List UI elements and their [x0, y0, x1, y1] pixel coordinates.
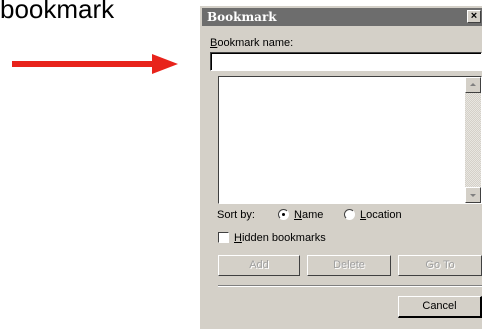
- list-scrollbar[interactable]: [465, 77, 481, 203]
- sort-by-label: Sort by:: [217, 209, 255, 221]
- arrow-down-icon: [470, 194, 476, 197]
- scroll-down-button[interactable]: [465, 187, 481, 203]
- bookmark-name-label-text: ookmark name:: [217, 37, 294, 49]
- hidden-bookmarks-label-text: idden bookmarks: [241, 232, 326, 244]
- delete-button[interactable]: Delete: [307, 255, 391, 276]
- hidden-bookmarks-checkbox[interactable]: [218, 232, 229, 243]
- sort-name-label-text: ame: [301, 209, 324, 221]
- bookmark-dialog: Bookmark × Bookmark name: Sort by: Name …: [199, 6, 482, 329]
- arrow-shaft: [12, 61, 158, 67]
- hidden-bookmarks-label[interactable]: Hidden bookmarks: [234, 231, 326, 245]
- sort-name-label[interactable]: Name: [294, 208, 323, 222]
- sort-location-radio[interactable]: [344, 209, 355, 220]
- add-button[interactable]: Add: [218, 255, 300, 276]
- arrow-head: [152, 54, 178, 74]
- go-to-button[interactable]: Go To: [398, 255, 482, 276]
- sort-location-label-text: ocation: [366, 209, 402, 221]
- scroll-up-button[interactable]: [465, 77, 481, 93]
- close-icon: ×: [470, 10, 478, 22]
- bookmark-list[interactable]: [218, 76, 482, 204]
- button-separator: [218, 285, 482, 287]
- close-button[interactable]: ×: [467, 10, 481, 23]
- sort-name-radio[interactable]: [278, 209, 289, 220]
- radio-selected-dot: [282, 213, 285, 216]
- caption-text: bookmark: [0, 0, 115, 24]
- cancel-button[interactable]: Cancel: [398, 296, 482, 318]
- hidden-bookmarks-mnemonic: H: [234, 232, 242, 244]
- bookmark-name-label: Bookmark name:: [210, 36, 293, 50]
- title-bar[interactable]: Bookmark ×: [202, 8, 482, 26]
- bookmark-name-input[interactable]: [210, 52, 482, 71]
- sort-name-mnemonic: N: [294, 209, 302, 221]
- dialog-title: Bookmark: [207, 10, 277, 24]
- sort-location-label[interactable]: Location: [360, 208, 402, 222]
- red-arrow-icon: [12, 54, 178, 74]
- page: bookmark Bookmark × Bookmark name: Sort …: [0, 0, 482, 329]
- arrow-up-icon: [470, 83, 476, 86]
